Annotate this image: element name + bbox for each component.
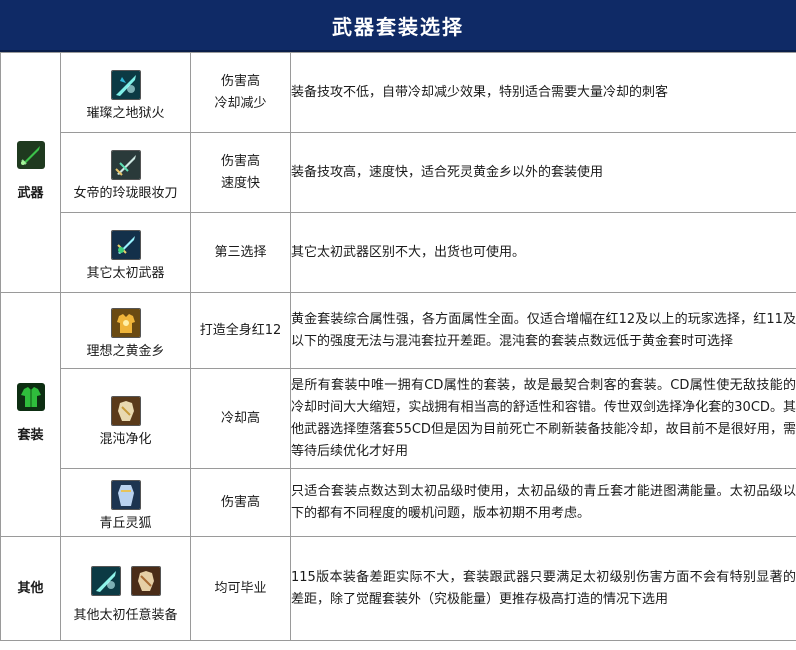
- page: 武器套装选择 武器 璀璨之地狱火 伤害高 冷却减少 装备技攻不低，自带冷却减少效…: [0, 0, 796, 650]
- item-name: 其他太初任意装备: [73, 607, 178, 623]
- description-cell: 装备技攻高，速度快，适合死灵黄金乡以外的套装使用: [290, 132, 796, 213]
- tag-line: 冷却高: [220, 410, 260, 426]
- item-cell: 其他太初任意装备: [60, 536, 191, 641]
- tag-line: 伤害高: [220, 153, 260, 169]
- category-label-set: 套装: [17, 427, 44, 443]
- table-row: 武器 璀璨之地狱火 伤害高 冷却减少 装备技攻不低，自带冷却减少效果，特别适合需…: [0, 52, 796, 293]
- item-cell: 理想之黄金乡: [60, 292, 191, 369]
- green-sword-icon: [16, 140, 45, 169]
- table-row: 混沌净化 冷却高 是所有套装中唯一拥有CD属性的套装，故是最契合刺客的套装。CD…: [1, 368, 796, 469]
- table-row: 其他 其他太初任意装备 均可毕业 115版本装备差距实际不大，套装跟武器只要满足…: [0, 536, 796, 641]
- category-cell-weapon: 武器: [0, 52, 61, 293]
- tag-cell: 伤害高 冷却减少: [190, 52, 291, 133]
- tag-line: 速度快: [220, 175, 260, 191]
- description-cell: 只适合套装点数达到太初品级时使用，太初品级的青丘套才能进图满能量。太初品级以下的…: [290, 468, 796, 537]
- table-row: 青丘灵狐 伤害高 只适合套装点数达到太初品级时使用，太初品级的青丘套才能进图满能…: [1, 468, 796, 537]
- table-row: 女帝的玲珑眼妆刀 伤害高 速度快 装备技攻高，速度快，适合死灵黄金乡以外的套装使…: [1, 132, 796, 213]
- item-cell: 其它太初武器: [60, 212, 191, 293]
- table-row: 套装 理想之黄金乡 打造全身红12 黄金套装综合属性强，各方面属性全面。仅适合增…: [0, 292, 796, 537]
- tag-cell: 打造全身红12: [190, 292, 291, 369]
- tag-cell: 第三选择: [190, 212, 291, 293]
- description-cell: 115版本装备差距实际不大，套装跟武器只要满足太初级别伤害方面不会有特别显著的差…: [290, 536, 796, 641]
- green-armor-icon: [16, 382, 45, 411]
- description-cell: 其它太初武器区别不大，出货也可使用。: [290, 212, 796, 293]
- item-cell: 璀璨之地狱火: [60, 52, 191, 133]
- page-title: 武器套装选择: [0, 0, 796, 52]
- description-cell: 黄金套装综合属性强，各方面属性全面。仅适合增幅在红12及以上的玩家选择，红11及…: [290, 292, 796, 369]
- item-name: 其它太初武器: [86, 265, 165, 281]
- tag-line: 均可毕业: [214, 580, 267, 596]
- item-cell: 混沌净化: [60, 368, 191, 469]
- table-row: 其它太初武器 第三选择 其它太初武器区别不大，出货也可使用。: [1, 212, 796, 293]
- primordial-armor-icon: [130, 565, 161, 596]
- primordial-weapon-icon: [110, 229, 141, 260]
- tag-line: 第三选择: [214, 244, 267, 260]
- hellfire-sword-icon: [110, 69, 141, 100]
- category-cell-set: 套装: [0, 292, 61, 537]
- selection-table: 武器 璀璨之地狱火 伤害高 冷却减少 装备技攻不低，自带冷却减少效果，特别适合需…: [0, 52, 796, 641]
- golden-armor-icon: [110, 307, 141, 338]
- tag-line: 冷却减少: [214, 95, 267, 111]
- tag-line: 打造全身红12: [199, 322, 282, 338]
- description-cell: 装备技攻不低，自带冷却减少效果，特别适合需要大量冷却的刺客: [290, 52, 796, 133]
- item-name: 青丘灵狐: [99, 515, 152, 531]
- item-cell: 青丘灵狐: [60, 468, 191, 537]
- category-label-weapon: 武器: [17, 185, 44, 201]
- tag-line: 伤害高: [220, 73, 260, 89]
- empress-blade-icon: [110, 149, 141, 180]
- category-cell-other: 其他: [0, 536, 61, 641]
- chaos-purify-icon: [110, 395, 141, 426]
- item-cell: 女帝的玲珑眼妆刀: [60, 132, 191, 213]
- tag-cell: 冷却高: [190, 368, 291, 469]
- item-name: 混沌净化: [99, 431, 152, 447]
- fox-robe-icon: [110, 479, 141, 510]
- tag-cell: 伤害高: [190, 468, 291, 537]
- description-cell: 是所有套装中唯一拥有CD属性的套装，故是最契合刺客的套装。CD属性使无敌技能的冷…: [290, 368, 796, 469]
- item-name: 女帝的玲珑眼妆刀: [73, 185, 178, 201]
- tag-cell: 伤害高 速度快: [190, 132, 291, 213]
- item-name: 璀璨之地狱火: [86, 105, 165, 121]
- tag-line: 伤害高: [220, 494, 260, 510]
- primordial-sword-icon: [90, 565, 121, 596]
- item-name: 理想之黄金乡: [86, 343, 165, 359]
- tag-cell: 均可毕业: [190, 536, 291, 641]
- category-label-other: 其他: [17, 580, 44, 596]
